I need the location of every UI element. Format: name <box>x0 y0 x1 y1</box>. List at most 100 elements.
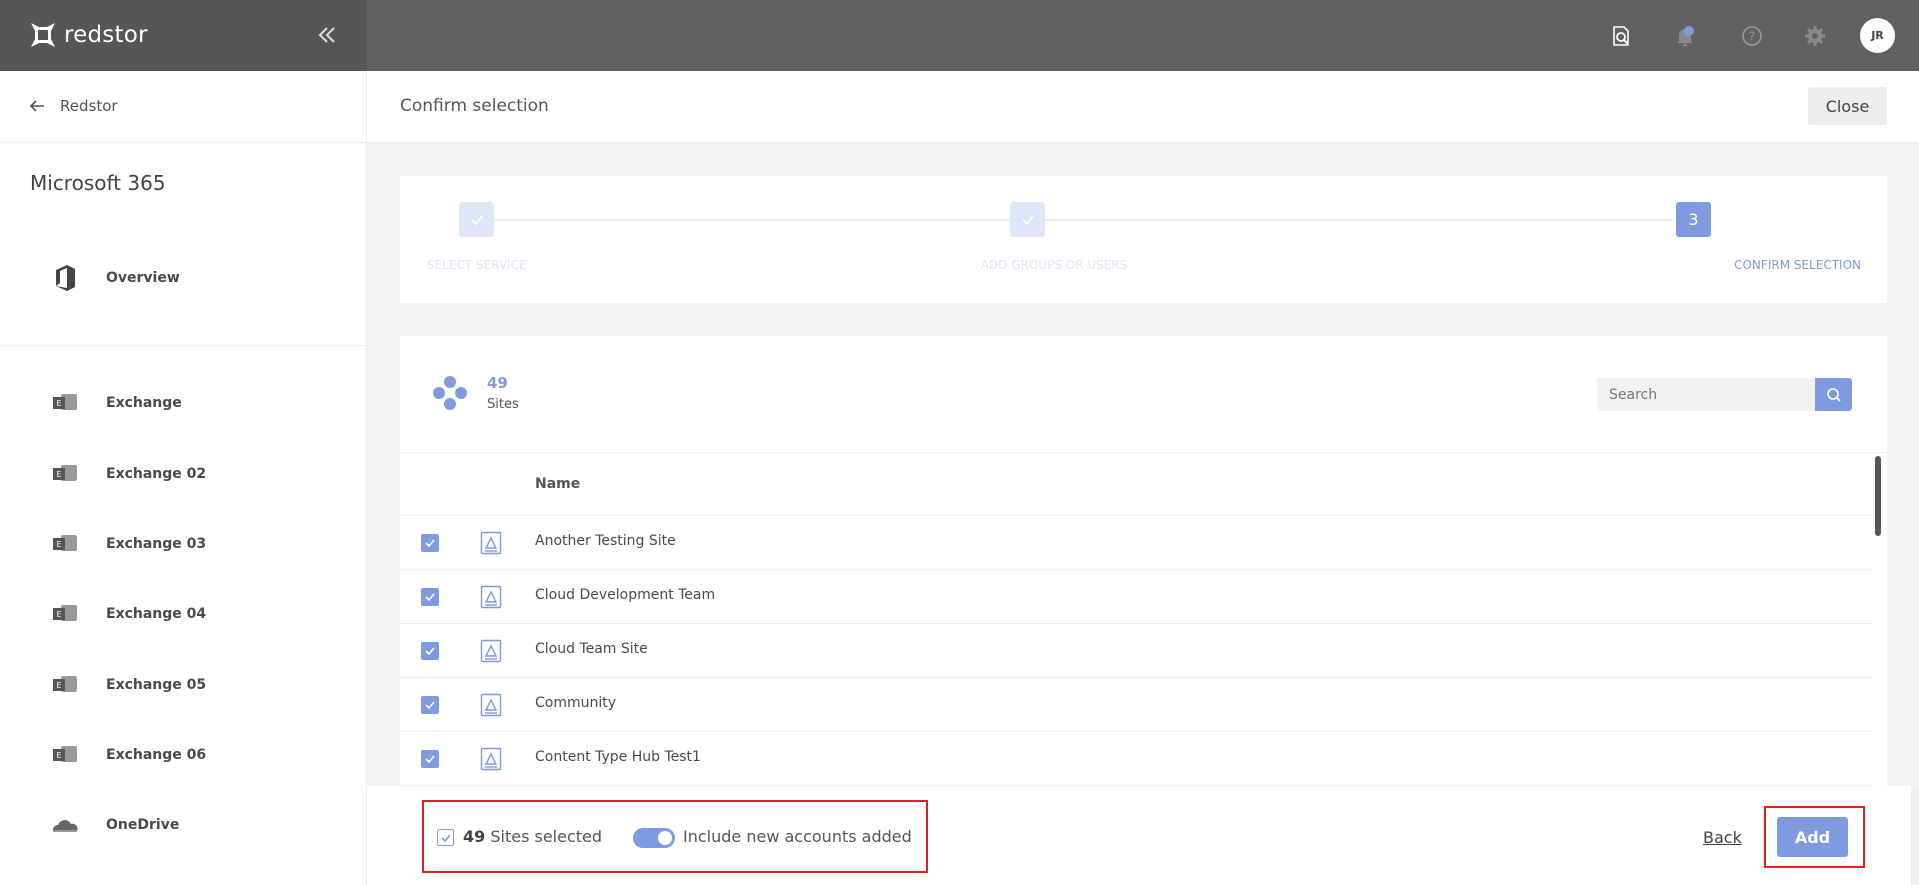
sidebar-item-label: Exchange <box>106 395 182 411</box>
svg-text:?: ? <box>1749 30 1755 44</box>
step-1-label: SELECT SERVICE <box>427 258 527 272</box>
sidebar-item-onedrive[interactable]: OneDrive <box>50 810 179 840</box>
back-button[interactable]: Back <box>1703 828 1742 847</box>
step-2-check <box>1010 202 1045 237</box>
arrow-left-icon <box>29 100 44 112</box>
close-button[interactable]: Close <box>1808 87 1887 125</box>
sidebar-item-label: Overview <box>106 270 180 286</box>
sidebar-item-label: OneDrive <box>106 817 180 833</box>
table-row[interactable]: Cloud Development Team <box>400 570 1872 624</box>
tenant-title: Microsoft 365 <box>30 171 166 195</box>
exchange-icon: E <box>50 529 80 559</box>
top-bar: redstor ? JR <box>0 0 1919 71</box>
sidebar-item-exchange-05[interactable]: E Exchange 05 <box>50 670 206 700</box>
svg-text:E: E <box>56 470 61 479</box>
redstor-logo-icon <box>31 23 55 47</box>
check-icon <box>1021 214 1034 225</box>
check-icon <box>425 647 435 656</box>
exchange-icon: E <box>50 599 80 629</box>
svg-text:E: E <box>56 540 61 549</box>
step-3-label: CONFIRM SELECTION <box>1734 258 1861 272</box>
add-button[interactable]: Add <box>1777 817 1848 857</box>
site-name: Cloud Team Site <box>535 641 648 657</box>
svg-text:E: E <box>56 399 61 408</box>
bell-icon[interactable] <box>1673 24 1697 48</box>
wizard-stepper: 3 SELECT SERVICE ADD GROUPS OR USERS CON… <box>400 176 1887 303</box>
check-icon <box>425 701 435 710</box>
sidebar-item-label: Exchange 03 <box>106 536 207 552</box>
step-1-check <box>459 202 494 237</box>
sidebar-item-overview[interactable]: Overview <box>50 263 180 293</box>
exchange-icon: E <box>50 388 80 418</box>
selected-count: 49 <box>463 827 486 846</box>
select-all-checkbox[interactable] <box>437 829 454 846</box>
svg-text:E: E <box>56 610 61 619</box>
sidebar-item-exchange-02[interactable]: E Exchange 02 <box>50 459 206 489</box>
help-icon[interactable]: ? <box>1740 24 1764 48</box>
sidebar-item-label: Exchange 02 <box>106 466 207 482</box>
row-checkbox[interactable] <box>421 534 439 552</box>
sites-count-label: Sites <box>487 397 519 412</box>
sidebar-divider <box>0 142 367 143</box>
main-header: Confirm selection Close <box>367 71 1919 143</box>
check-icon <box>440 833 451 842</box>
brand-name: redstor <box>64 22 148 48</box>
search-button[interactable] <box>1815 378 1852 411</box>
table-row[interactable]: Content Type Hub Test1 <box>400 732 1872 786</box>
sites-panel-header: 49 Sites <box>400 336 1887 453</box>
table-header: Name <box>400 453 1872 516</box>
search-input[interactable] <box>1597 378 1815 411</box>
step-2-label: ADD GROUPS OR USERS <box>980 258 1128 272</box>
search-document-icon[interactable] <box>1609 24 1633 48</box>
site-name: Content Type Hub Test1 <box>535 749 701 765</box>
sidebar-item-label: Exchange 04 <box>106 606 207 622</box>
site-name: Cloud Development Team <box>535 587 716 603</box>
exchange-icon: E <box>50 670 80 700</box>
page-title: Confirm selection <box>400 96 549 116</box>
sidebar-back-link[interactable]: Redstor <box>28 97 118 115</box>
svg-text:E: E <box>56 681 61 690</box>
sidebar-item-exchange-06[interactable]: E Exchange 06 <box>50 740 206 770</box>
check-icon <box>470 214 483 225</box>
site-icon <box>480 693 502 717</box>
column-header-name[interactable]: Name <box>535 476 580 492</box>
selected-suffix: Sites selected <box>485 827 603 846</box>
site-name: Another Testing Site <box>535 533 676 549</box>
sidebar-item-label: Exchange 05 <box>106 677 207 693</box>
table-row[interactable]: Community <box>400 678 1872 732</box>
row-checkbox[interactable] <box>421 696 439 714</box>
sites-count: 49 <box>487 374 508 392</box>
row-checkbox[interactable] <box>421 750 439 768</box>
collapse-sidebar-icon[interactable] <box>314 22 340 48</box>
exchange-icon: E <box>50 459 80 489</box>
gear-icon[interactable] <box>1803 24 1827 48</box>
table-scrollbar[interactable] <box>1875 456 1881 536</box>
check-icon <box>425 755 435 764</box>
site-icon <box>480 747 502 771</box>
sidebar-item-exchange-03[interactable]: E Exchange 03 <box>50 529 206 559</box>
table-row[interactable]: Another Testing Site <box>400 516 1872 570</box>
user-avatar[interactable]: JR <box>1860 18 1895 53</box>
sharepoint-sites-icon <box>433 376 467 410</box>
step-3-number: 3 <box>1676 202 1711 237</box>
sites-table-body: Another Testing Site Cloud Development T… <box>400 516 1872 786</box>
step-connector <box>1045 219 1673 221</box>
toggle-label: Include new accounts added <box>683 827 912 846</box>
logo[interactable]: redstor <box>28 20 148 50</box>
selected-count-text: 49 Sites selected <box>463 827 602 846</box>
sidebar-item-exchange[interactable]: E Exchange <box>50 388 182 418</box>
sidebar-item-exchange-04[interactable]: E Exchange 04 <box>50 599 206 629</box>
office-icon <box>50 263 80 293</box>
row-checkbox[interactable] <box>421 588 439 606</box>
page-scrollbar-track[interactable] <box>1911 786 1919 885</box>
svg-text:E: E <box>56 751 61 760</box>
include-new-accounts-toggle[interactable] <box>633 828 675 848</box>
exchange-icon: E <box>50 740 80 770</box>
row-checkbox[interactable] <box>421 642 439 660</box>
sidebar: Redstor Microsoft 365 Overview E Exchang… <box>0 71 367 885</box>
sites-panel: 49 Sites Name Another Testing Site Cloud… <box>400 336 1887 786</box>
table-row[interactable]: Cloud Team Site <box>400 624 1872 678</box>
onedrive-icon <box>50 810 80 840</box>
check-icon <box>425 539 435 548</box>
search-icon <box>1826 387 1841 402</box>
